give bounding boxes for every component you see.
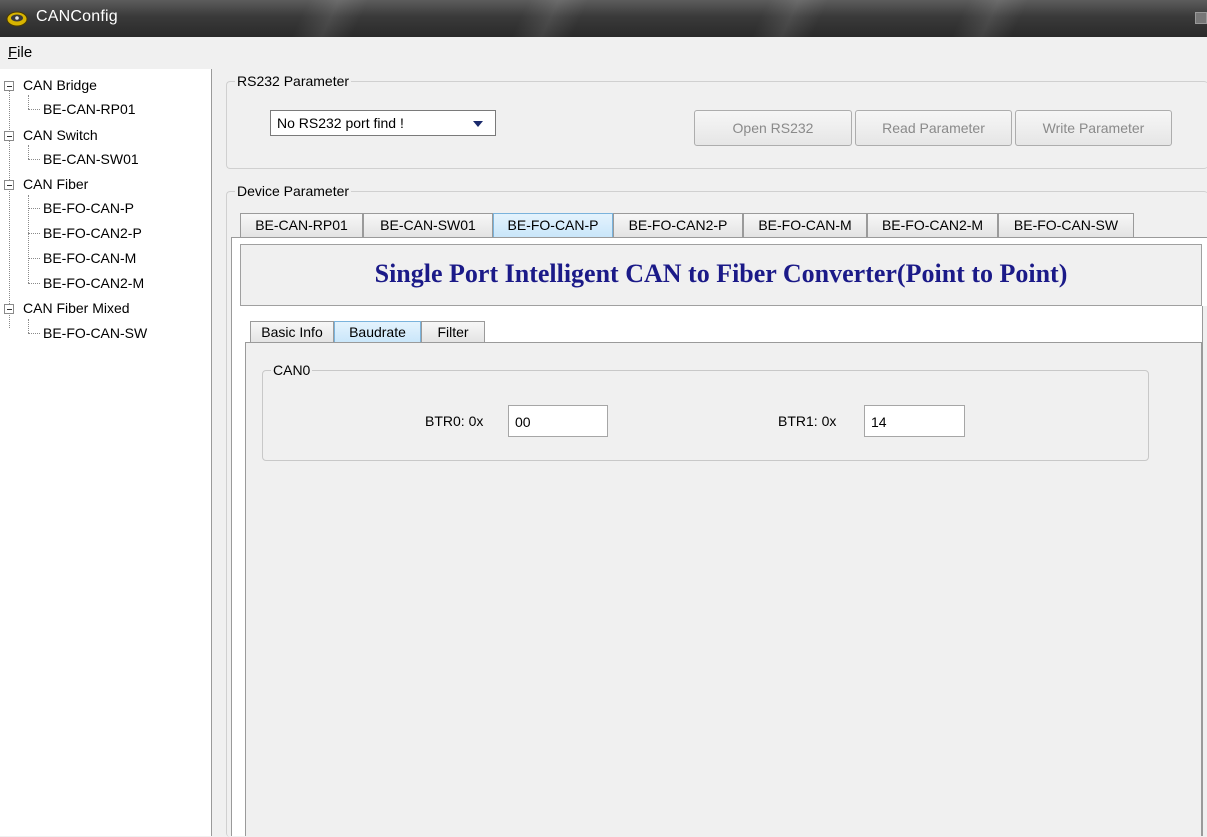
rs232-port-value: No RS232 port find ! (277, 115, 404, 131)
chevron-down-icon (473, 121, 483, 127)
menu-file-mnemonic: F (8, 44, 18, 61)
app-icon (6, 11, 28, 27)
title-bar-sheen (951, 0, 1029, 37)
tree-item-be-can-sw01[interactable]: BE-CAN-SW01 (43, 151, 139, 167)
tree-connector (28, 258, 40, 259)
menu-file-label: ile (17, 44, 33, 61)
tab-be-fo-can-sw[interactable]: BE-FO-CAN-SW (998, 213, 1134, 237)
tab-be-fo-can2-m[interactable]: BE-FO-CAN2-M (867, 213, 998, 237)
collapse-icon[interactable] (4, 180, 14, 190)
tab-be-fo-can-p[interactable]: BE-FO-CAN-P (493, 213, 613, 237)
tab-be-fo-can2-p[interactable]: BE-FO-CAN2-P (613, 213, 743, 237)
tab-baudrate[interactable]: Baudrate (334, 321, 421, 343)
btr1-input[interactable]: 14 (864, 405, 965, 437)
open-rs232-button[interactable]: Open RS232 (694, 110, 852, 146)
tree-connector (28, 145, 29, 159)
rs232-legend: RS232 Parameter (235, 73, 352, 89)
title-bar-sheen (751, 0, 829, 37)
rs232-port-select[interactable]: No RS232 port find ! (270, 110, 496, 136)
tree-item-be-fo-can2-m[interactable]: BE-FO-CAN2-M (43, 275, 144, 291)
menu-file[interactable]: File (8, 44, 32, 61)
tab-basic-info[interactable]: Basic Info (250, 321, 334, 343)
can0-legend: CAN0 (271, 362, 313, 378)
device-tree: CAN Bridge BE-CAN-RP01 CAN Switch BE-CAN… (0, 69, 212, 836)
window-control-button[interactable] (1195, 12, 1207, 24)
btr0-label: BTR0: 0x (425, 413, 484, 429)
title-bar-sheen (511, 0, 589, 37)
tree-connector (28, 159, 40, 160)
tree-item-be-can-rp01[interactable]: BE-CAN-RP01 (43, 101, 136, 117)
tree-connector (28, 95, 29, 109)
tab-be-can-rp01[interactable]: BE-CAN-RP01 (240, 213, 363, 237)
tree-group-can-bridge[interactable]: CAN Bridge (23, 77, 97, 93)
device-headline-panel: Single Port Intelligent CAN to Fiber Con… (240, 244, 1202, 306)
tree-item-be-fo-can-m[interactable]: BE-FO-CAN-M (43, 250, 136, 266)
tree-connector (28, 333, 40, 334)
window-title: CANConfig (36, 8, 118, 25)
tree-group-can-fiber-mixed[interactable]: CAN Fiber Mixed (23, 300, 130, 316)
title-bar-sheen (291, 0, 369, 37)
tree-connector (28, 283, 40, 284)
tab-be-can-sw01[interactable]: BE-CAN-SW01 (363, 213, 493, 237)
tree-group-can-switch[interactable]: CAN Switch (23, 127, 98, 143)
tab-filter[interactable]: Filter (421, 321, 485, 343)
tree-connector (28, 233, 40, 234)
title-bar: CANConfig (0, 0, 1207, 37)
device-headline: Single Port Intelligent CAN to Fiber Con… (374, 259, 1068, 288)
tree-item-be-fo-can2-p[interactable]: BE-FO-CAN2-P (43, 225, 142, 241)
collapse-icon[interactable] (4, 131, 14, 141)
tree-item-be-fo-can-sw[interactable]: BE-FO-CAN-SW (43, 325, 147, 341)
can0-group: CAN0 (262, 362, 1149, 461)
read-parameter-button[interactable]: Read Parameter (855, 110, 1012, 146)
tree-item-be-fo-can-p[interactable]: BE-FO-CAN-P (43, 200, 134, 216)
menu-bar: File (0, 37, 1207, 69)
collapse-icon[interactable] (4, 81, 14, 91)
tree-connector (28, 208, 40, 209)
write-parameter-button[interactable]: Write Parameter (1015, 110, 1172, 146)
device-parameter-legend: Device Parameter (235, 183, 352, 199)
tree-group-can-fiber[interactable]: CAN Fiber (23, 176, 88, 192)
tree-connector (9, 91, 10, 328)
collapse-icon[interactable] (4, 304, 14, 314)
tab-be-fo-can-m[interactable]: BE-FO-CAN-M (743, 213, 867, 237)
panel-right-edge (1202, 306, 1207, 836)
btr0-input[interactable]: 00 (508, 405, 608, 437)
btr1-label: BTR1: 0x (778, 413, 837, 429)
tree-connector (28, 109, 40, 110)
tree-connector (28, 319, 29, 333)
